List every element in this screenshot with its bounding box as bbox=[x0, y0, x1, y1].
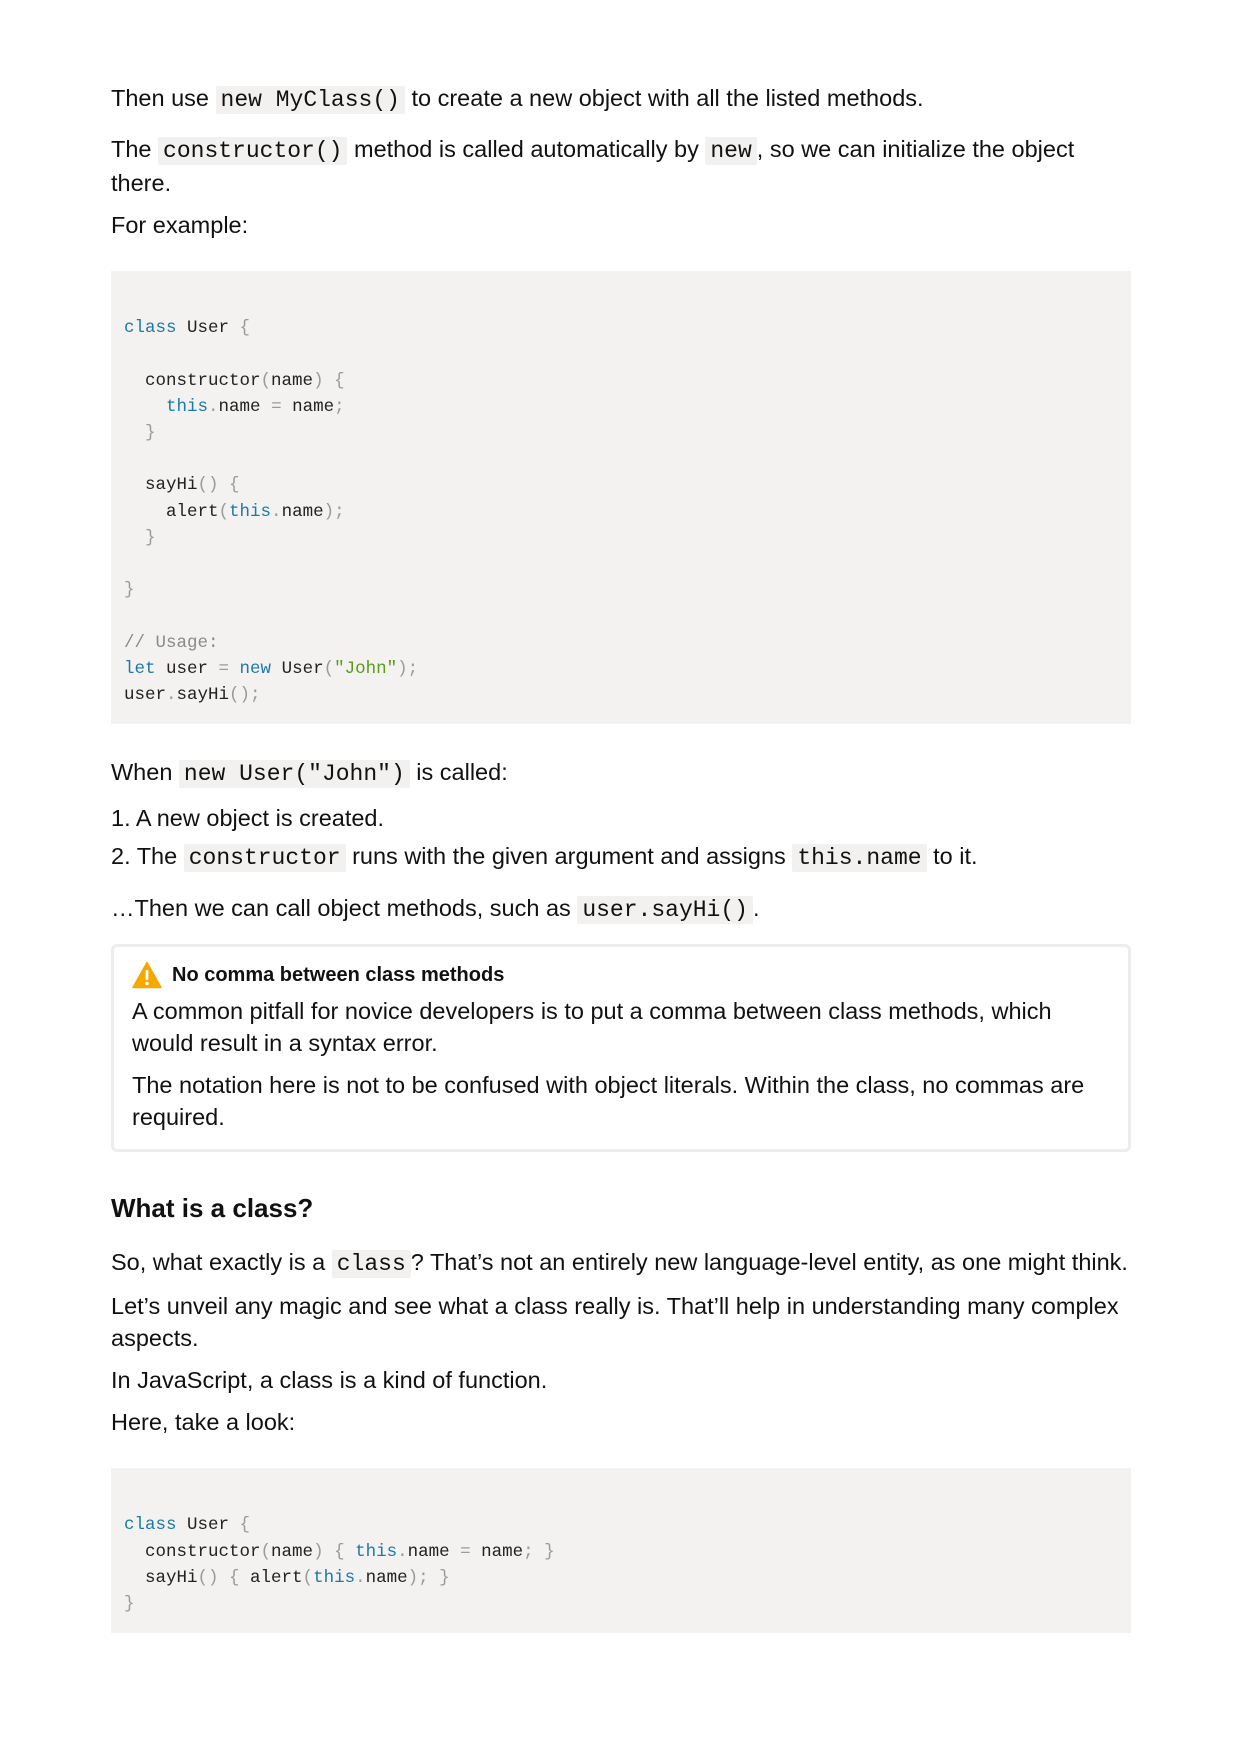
code-line: } bbox=[124, 1594, 135, 1614]
warning-text: A common pitfall for novice developers i… bbox=[132, 998, 1052, 1057]
paragraph-what-is-class: So, what exactly is a class? That’s not … bbox=[111, 1249, 1128, 1279]
steps-list: 1. A new object is created. 2. The const… bbox=[111, 802, 1131, 874]
code-line: this.name = name; bbox=[166, 396, 345, 417]
code-comment: // Usage: bbox=[124, 632, 219, 653]
warning-callout: No comma between class methods A common … bbox=[111, 944, 1131, 1153]
section-heading: What is a class? bbox=[111, 1193, 314, 1224]
inline-code: new MyClass() bbox=[215, 86, 405, 114]
paragraph-unveil: Let’s unveil any magic and see what a cl… bbox=[111, 1293, 1119, 1352]
article-content: Then use new MyClass() to create a new o… bbox=[111, 82, 1131, 1634]
paragraph-new-myclass: Then use new MyClass() to create a new o… bbox=[111, 85, 924, 114]
inline-code: new User("John") bbox=[178, 760, 410, 789]
paragraph-call-methods: …Then we can call object methods, such a… bbox=[111, 895, 760, 925]
paragraph-take-a-look: Here, take a look: bbox=[111, 1409, 296, 1436]
list-item: 1. A new object is created. bbox=[111, 805, 385, 832]
warning-icon bbox=[132, 961, 162, 989]
code-line: constructor(name) { this.name = name; } bbox=[124, 1541, 555, 1562]
inline-code: constructor bbox=[183, 844, 346, 873]
code-line: sayHi() { bbox=[124, 475, 240, 496]
code-line: sayHi() { alert(this.name); } bbox=[124, 1567, 450, 1588]
code-line: constructor(name) { bbox=[124, 370, 345, 391]
code-line: class User { bbox=[124, 1515, 251, 1536]
paragraph-kind-of-function: In JavaScript, a class is a kind of func… bbox=[111, 1367, 548, 1394]
code-line: class User { bbox=[124, 318, 251, 339]
inline-code: user.sayHi() bbox=[577, 896, 753, 925]
code-line: let user = new User("John"); bbox=[124, 658, 419, 679]
code-block-user-class[interactable]: class User { constructor(name) { this.na… bbox=[111, 271, 1131, 725]
inline-code: new bbox=[705, 137, 757, 165]
list-item: 2. The constructor runs with the given a… bbox=[111, 843, 978, 873]
inline-code: this.name bbox=[792, 844, 927, 873]
code-line: } bbox=[124, 580, 135, 601]
code-line: alert(this.name); bbox=[124, 501, 345, 522]
paragraph-for-example: For example: bbox=[111, 212, 249, 238]
paragraph-when-called: When new User("John") is called: bbox=[111, 759, 508, 789]
code-line: } bbox=[124, 423, 156, 443]
code-line: } bbox=[124, 527, 156, 548]
inline-code: constructor() bbox=[158, 137, 348, 165]
inline-code: class bbox=[331, 1250, 411, 1279]
code-block-user-class-compact[interactable]: class User { constructor(name) { this.na… bbox=[111, 1468, 1131, 1634]
code-line: user.sayHi(); bbox=[124, 684, 261, 705]
warning-title: No comma between class methods bbox=[132, 961, 1110, 989]
paragraph-constructor: The constructor() method is called autom… bbox=[111, 136, 1075, 196]
warning-text: The notation here is not to be confused … bbox=[132, 1072, 1085, 1131]
